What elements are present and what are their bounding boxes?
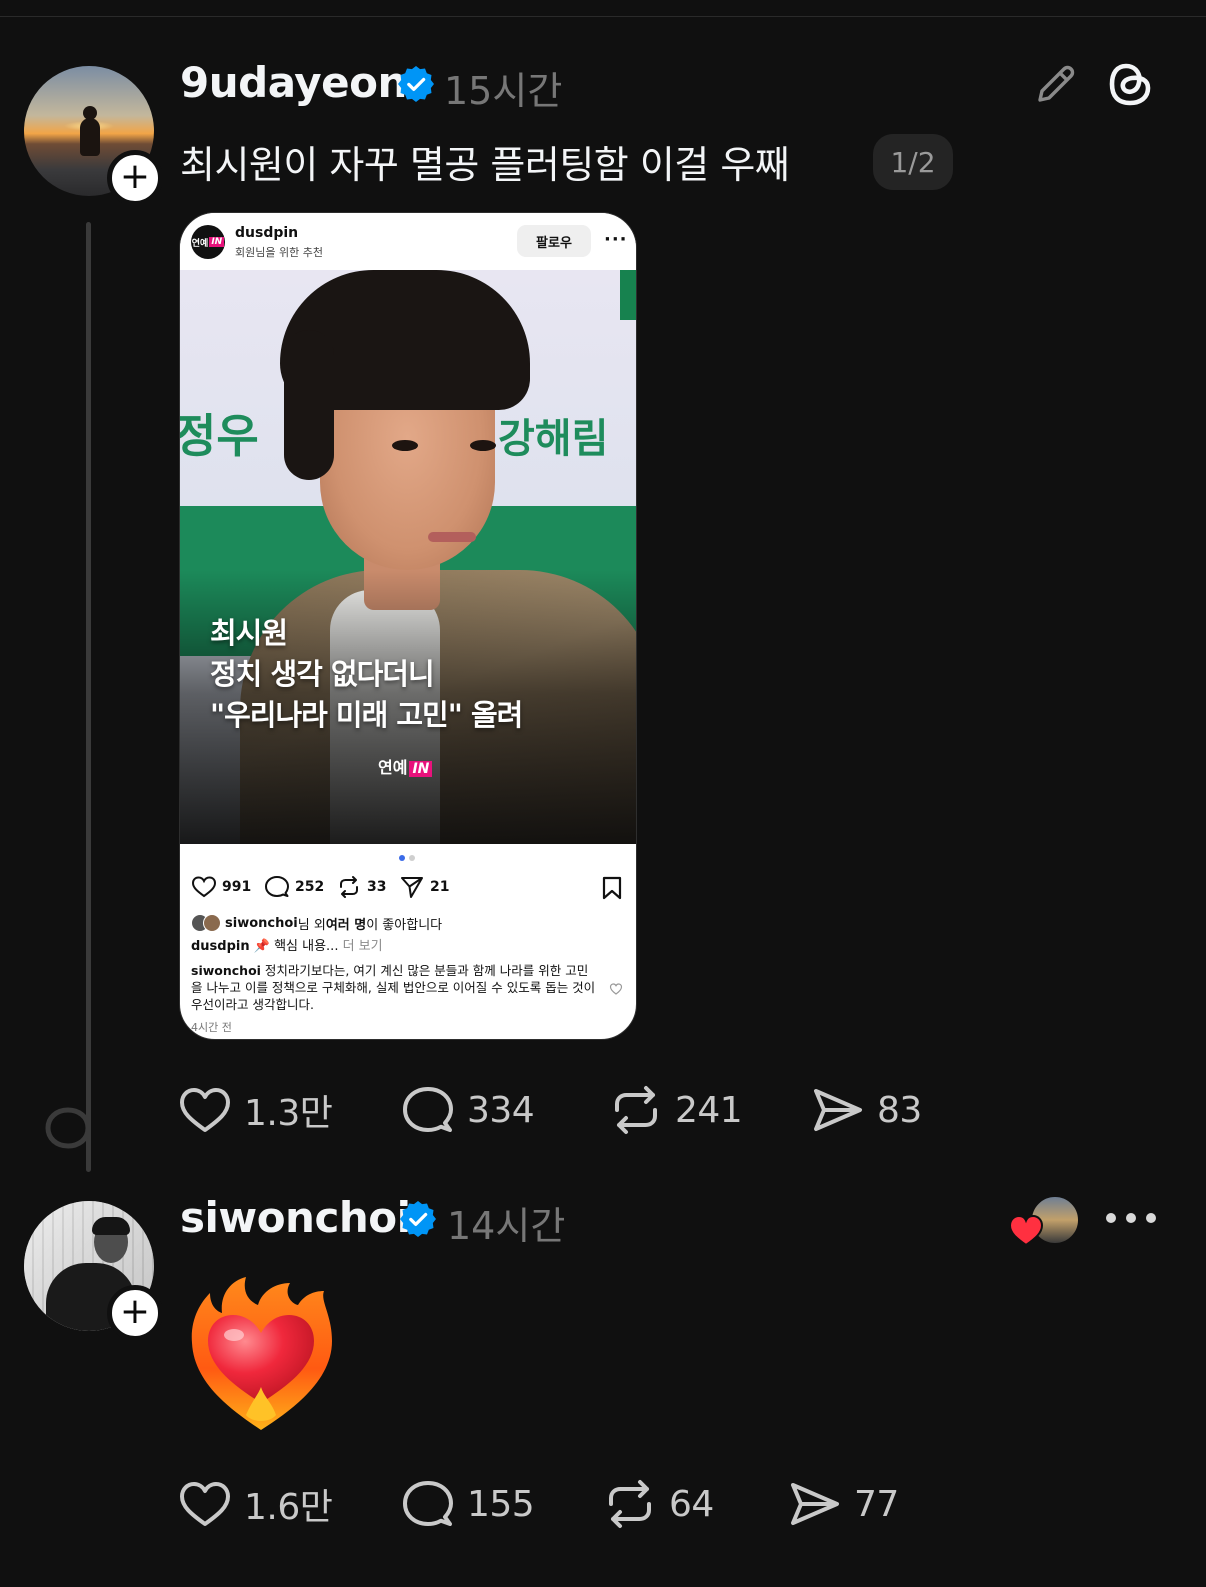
- embed-comment-text: siwonchoi 정치라기보다는, 여기 계신 많은 분들과 함께 나라를 위…: [191, 963, 596, 1012]
- like-count: 1.3만: [244, 1093, 333, 1134]
- comment-icon: [403, 1481, 453, 1526]
- headline-line-2: 정치 생각 없다더니: [210, 657, 435, 691]
- embedded-screenshot[interactable]: 연예 IN dusdpin 회원님을 위한 추천 팔로우 ··· 정우 강해림 최…: [179, 212, 637, 1040]
- person-eye-right: [470, 440, 496, 451]
- heart-icon: [191, 876, 217, 898]
- embed-photo: 정우 강해림 최시원 정치 생각 없다더니 "우리나라 미래 고민" 올려 연예…: [180, 270, 636, 844]
- person-eye-left: [392, 440, 418, 451]
- headline-line-3: "우리나라 미래 고민" 올려: [210, 698, 523, 732]
- backdrop-sign-right: 강해림: [498, 416, 609, 462]
- share-count: 77: [854, 1483, 899, 1525]
- repost-icon: [615, 1086, 657, 1134]
- photo-logo: 연예 IN: [378, 754, 433, 778]
- follow-plus-button[interactable]: +: [107, 1285, 163, 1341]
- heart-icon: [180, 1482, 230, 1526]
- comment-button[interactable]: 155: [401, 1476, 535, 1532]
- embed-header: 연예 IN dusdpin 회원님을 위한 추천 팔로우 ···: [180, 213, 636, 270]
- verified-badge-icon: [398, 66, 434, 102]
- heart-icon: [180, 1088, 230, 1132]
- post-time: 15시간: [444, 69, 563, 113]
- carousel-dots: [399, 855, 419, 861]
- embed-caption: dusdpin 📌 핵심 내용... 더 보기: [191, 939, 383, 954]
- person-hair-side: [284, 330, 334, 480]
- verified-badge-icon: [400, 1201, 436, 1237]
- repost-count: 241: [675, 1089, 743, 1131]
- share-button[interactable]: 77: [788, 1476, 899, 1532]
- liker-avatar-b: [203, 914, 221, 932]
- embed-avatar: 연예 IN: [191, 225, 225, 259]
- repost-button[interactable]: 64: [603, 1476, 714, 1532]
- like-button[interactable]: 1.3만: [178, 1082, 333, 1138]
- person-lips: [428, 532, 476, 542]
- embed-subtitle: 회원님을 위한 추천: [235, 246, 323, 259]
- embed-follow-button: 팔로우: [517, 225, 591, 257]
- embed-like: 991: [191, 874, 251, 900]
- plus-icon: +: [119, 1290, 151, 1332]
- embed-share: 21: [399, 874, 449, 900]
- comment-icon: [265, 876, 289, 897]
- headline-line-1: 최시원: [210, 616, 288, 650]
- reply-time: 14시간: [447, 1204, 566, 1248]
- send-icon: [791, 1483, 839, 1525]
- comment-icon: [403, 1087, 453, 1132]
- comment-count: 155: [467, 1483, 535, 1525]
- share-button[interactable]: 83: [811, 1082, 922, 1138]
- repost-icon: [609, 1480, 651, 1528]
- embed-liked-by: siwonchoi 님 외 여러 명이 좋아합니다: [191, 913, 442, 933]
- embed-comment-time: 4시간 전: [191, 1021, 232, 1034]
- embed-repost: 33: [336, 874, 386, 900]
- avatar-silhouette: [80, 106, 100, 156]
- repost-button[interactable]: 241: [609, 1082, 743, 1138]
- comment-button[interactable]: 334: [401, 1082, 535, 1138]
- like-count: 1.6만: [244, 1487, 333, 1528]
- threads-logo-icon[interactable]: [1104, 56, 1156, 112]
- embed-username: dusdpin: [235, 225, 299, 241]
- embed-more-icon: ···: [604, 229, 628, 250]
- plus-icon: +: [119, 155, 151, 197]
- heart-on-fire-emoji: [191, 1277, 332, 1430]
- send-icon: [401, 877, 423, 898]
- repost-count: 64: [669, 1483, 714, 1525]
- embed-comment: 252: [264, 874, 324, 900]
- reply-username[interactable]: siwonchoi: [180, 1193, 411, 1242]
- share-count: 83: [877, 1089, 922, 1131]
- pencil-icon[interactable]: [1032, 60, 1080, 108]
- like-button[interactable]: 1.6만: [178, 1476, 333, 1532]
- liked-heart-icon: [1008, 1214, 1044, 1247]
- repost-icon: [340, 876, 358, 898]
- photo-headline: 최시원 정치 생각 없다더니 "우리나라 미래 고민" 올려: [210, 613, 523, 736]
- more-options-button[interactable]: [1106, 1206, 1156, 1230]
- embed-actions: 991 252 33 21: [191, 874, 631, 900]
- thread-line: [86, 222, 91, 1172]
- follow-plus-button[interactable]: +: [107, 150, 163, 206]
- backdrop-sign-left: 정우: [180, 409, 259, 463]
- backdrop-green-strip: [620, 270, 636, 320]
- comment-count: 334: [467, 1089, 535, 1131]
- avatar-hair: [92, 1217, 130, 1235]
- post-text: 최시원이 자꾸 멸공 플러팅함 이걸 우째: [180, 143, 790, 187]
- top-divider: [0, 16, 1206, 17]
- thread-loop-icon: [45, 1107, 91, 1149]
- send-icon: [814, 1089, 862, 1131]
- page-indicator: 1/2: [873, 134, 953, 190]
- comment-heart-icon: [609, 983, 623, 995]
- bookmark-icon: [602, 876, 622, 900]
- post-username[interactable]: 9udayeon: [180, 58, 407, 107]
